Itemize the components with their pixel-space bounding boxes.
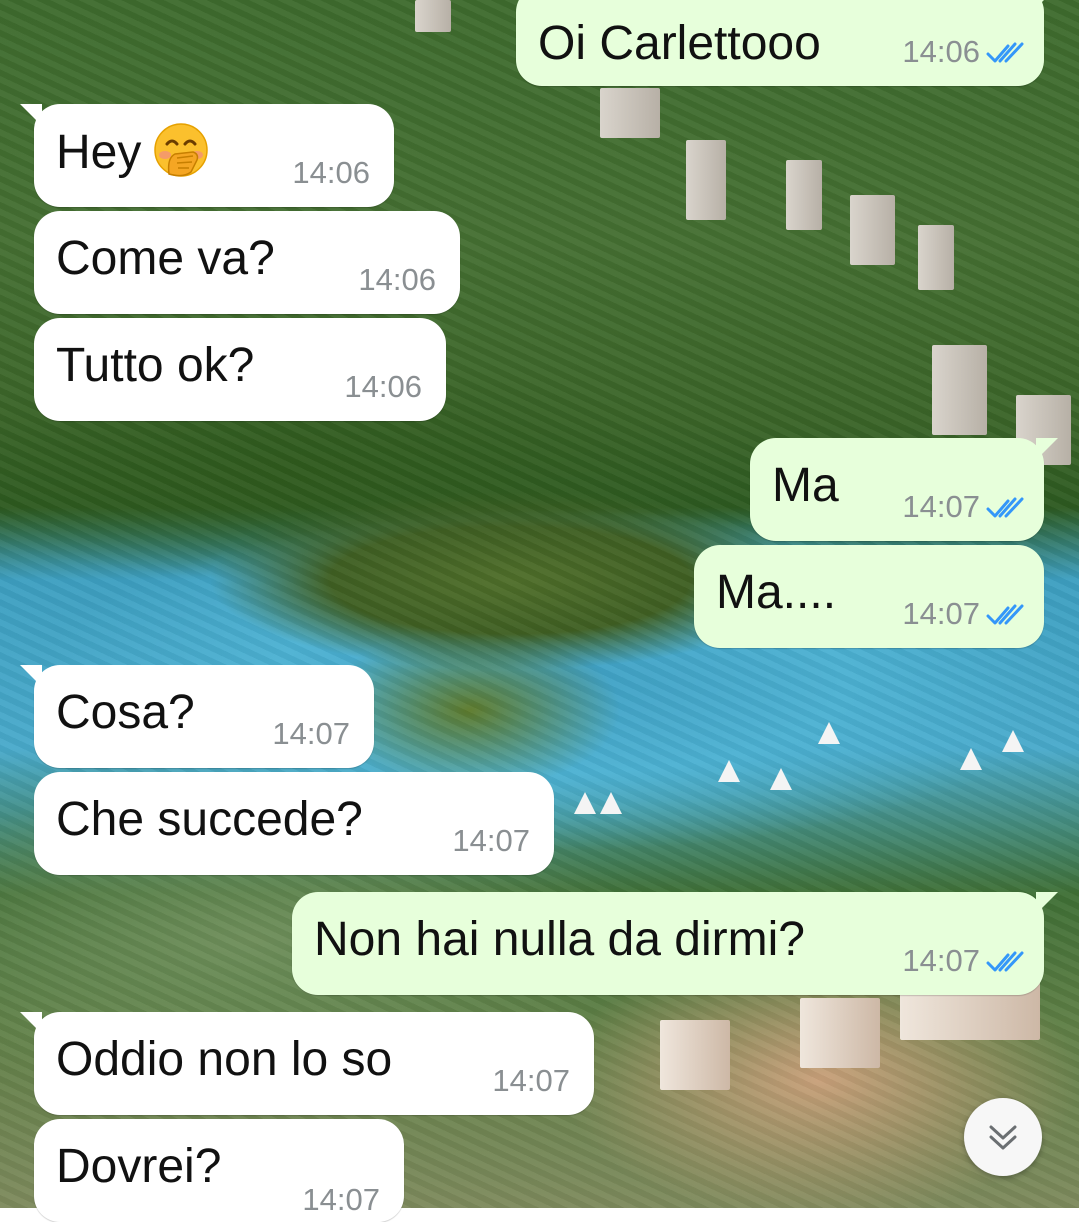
bubble-tail	[20, 665, 42, 687]
message-time: 14:06	[292, 155, 370, 190]
message-text: Che succede?	[56, 793, 363, 846]
wallpaper-boat	[718, 760, 740, 782]
wallpaper-boat	[960, 748, 982, 770]
double-check-read-icon	[986, 497, 1024, 518]
message-bubble-incoming[interactable]: Hey 14:06	[20, 104, 394, 207]
message-text: Ma....	[716, 566, 837, 619]
message-bubble-outgoing[interactable]: Ma.... 14:07	[694, 545, 1044, 648]
message-time: 14:06	[902, 34, 980, 69]
message-time: 14:07	[302, 1182, 380, 1217]
wallpaper-building	[600, 88, 660, 138]
message-time: 14:07	[902, 596, 980, 631]
message-bubble-incoming[interactable]: Che succede? 14:07	[34, 772, 554, 875]
message-time: 14:06	[358, 262, 436, 297]
message-bubble-incoming[interactable]: Tutto ok? 14:06	[34, 318, 446, 421]
wallpaper-boat	[818, 722, 840, 744]
wallpaper-building	[415, 0, 451, 32]
message-text: Non hai nulla da dirmi?	[314, 913, 805, 966]
message-text-row: Hey	[56, 122, 209, 183]
bubble-tail	[1036, 892, 1058, 914]
message-time: 14:06	[344, 369, 422, 404]
message-time: 14:07	[272, 716, 350, 751]
wallpaper-building	[850, 195, 895, 265]
message-time: 14:07	[902, 943, 980, 978]
scroll-to-bottom-button[interactable]	[964, 1098, 1042, 1176]
message-time: 14:07	[492, 1063, 570, 1098]
message-time: 14:07	[902, 489, 980, 524]
wallpaper-building	[686, 140, 726, 220]
bubble-tail	[1036, 438, 1058, 460]
message-text: Cosa?	[56, 686, 195, 739]
message-text: Tutto ok?	[56, 339, 255, 392]
bubble-tail	[1036, 0, 1058, 8]
message-bubble-incoming[interactable]: Come va? 14:06	[34, 211, 460, 314]
message-time: 14:07	[452, 823, 530, 858]
message-text: Dovrei?	[56, 1140, 222, 1193]
wallpaper-boat	[1002, 730, 1024, 752]
wallpaper-boat	[600, 792, 622, 814]
wallpaper-boat	[574, 792, 596, 814]
wallpaper-boat	[770, 768, 792, 790]
wallpaper-building	[786, 160, 822, 230]
wallpaper-building	[660, 1020, 730, 1090]
double-chevron-down-icon	[989, 1125, 1017, 1150]
double-check-read-icon	[986, 604, 1024, 625]
wallpaper-building	[932, 345, 987, 435]
message-text: Come va?	[56, 232, 275, 285]
message-text: Hey	[56, 126, 142, 179]
message-bubble-outgoing[interactable]: Oi Carlettooo 14:06	[516, 0, 1058, 86]
bubble-tail	[20, 104, 42, 126]
message-bubble-incoming[interactable]: Dovrei? 14:07	[34, 1119, 404, 1222]
message-bubble-outgoing[interactable]: Non hai nulla da dirmi? 14:07	[292, 892, 1058, 995]
message-text: Oddio non lo so	[56, 1033, 393, 1086]
message-bubble-incoming[interactable]: Oddio non lo so 14:07	[20, 1012, 594, 1115]
wallpaper-building	[918, 225, 954, 290]
face-with-hand-over-mouth-emoji-icon	[154, 123, 209, 177]
message-bubble-incoming[interactable]: Cosa? 14:07	[20, 665, 374, 768]
message-bubble-outgoing[interactable]: Ma 14:07	[750, 438, 1058, 541]
message-text: Ma	[772, 459, 839, 512]
double-check-read-icon	[986, 42, 1024, 63]
bubble-tail	[20, 1012, 42, 1034]
double-check-read-icon	[986, 951, 1024, 972]
message-text: Oi Carlettooo	[538, 17, 821, 70]
wallpaper-building	[800, 998, 880, 1068]
